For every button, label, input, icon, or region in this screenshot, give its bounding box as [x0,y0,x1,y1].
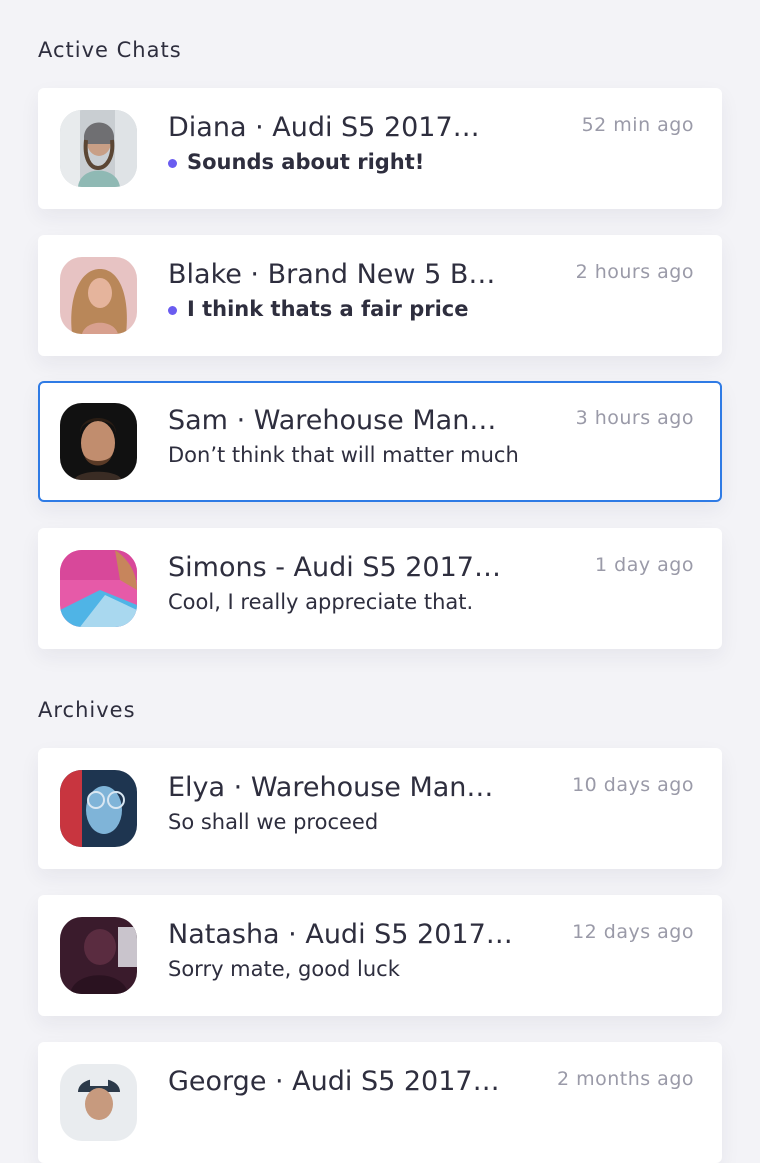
chat-timestamp: 10 days ago [572,774,694,796]
chat-item-blake[interactable]: Blake · Brand New 5 B… I think thats a f… [38,235,722,356]
chat-preview: Cool, I really appreciate that. [168,590,474,614]
chat-timestamp: 2 months ago [556,1068,694,1090]
chat-item-natasha[interactable]: Natasha · Audi S5 2017… Sorry mate, good… [38,895,722,1016]
section-title-archives: Archives [38,698,136,722]
unread-dot-icon [168,158,177,168]
chat-timestamp: 3 hours ago [575,407,694,429]
avatar [60,1064,137,1141]
chat-item-diana[interactable]: Diana · Audi S5 2017… Sounds about right… [38,88,722,209]
avatar [60,550,137,627]
chat-message-text: I think thats a fair price [187,297,469,321]
chat-name: Diana · Audi S5 2017… [168,112,480,143]
chat-timestamp: 12 days ago [572,921,694,943]
avatar [60,403,137,480]
avatar [60,110,137,187]
chat-name: Blake · Brand New 5 B… [168,259,496,290]
chat-name: Simons - Audi S5 2017… [168,552,501,583]
avatar [60,257,137,334]
chat-item-elya[interactable]: Elya · Warehouse Man… So shall we procee… [38,748,722,869]
unread-dot-icon [168,305,177,315]
chat-name: George · Audi S5 2017… [168,1066,500,1097]
avatar [60,917,137,994]
chat-item-george[interactable]: George · Audi S5 2017… 2 months ago [38,1042,722,1163]
section-title-active: Active Chats [38,38,182,62]
chat-name: Natasha · Audi S5 2017… [168,919,513,950]
chat-timestamp: 52 min ago [581,114,694,136]
chat-preview: Sorry mate, good luck [168,957,400,981]
chat-preview: Don’t think that will matter much [168,443,519,467]
avatar [60,770,137,847]
chat-name: Elya · Warehouse Man… [168,772,494,803]
chat-preview: I think thats a fair price [168,297,568,321]
chat-preview: So shall we proceed [168,810,379,834]
chat-timestamp: 2 hours ago [575,261,694,283]
chat-name: Sam · Warehouse Man… [168,405,497,436]
chat-item-sam[interactable]: Sam · Warehouse Man… Don’t think that wi… [38,381,722,502]
chat-item-simons[interactable]: Simons - Audi S5 2017… Cool, I really ap… [38,528,722,649]
chat-message-text: Sounds about right! [187,150,425,174]
chat-timestamp: 1 day ago [595,554,694,576]
chat-preview: Sounds about right! [168,150,568,174]
